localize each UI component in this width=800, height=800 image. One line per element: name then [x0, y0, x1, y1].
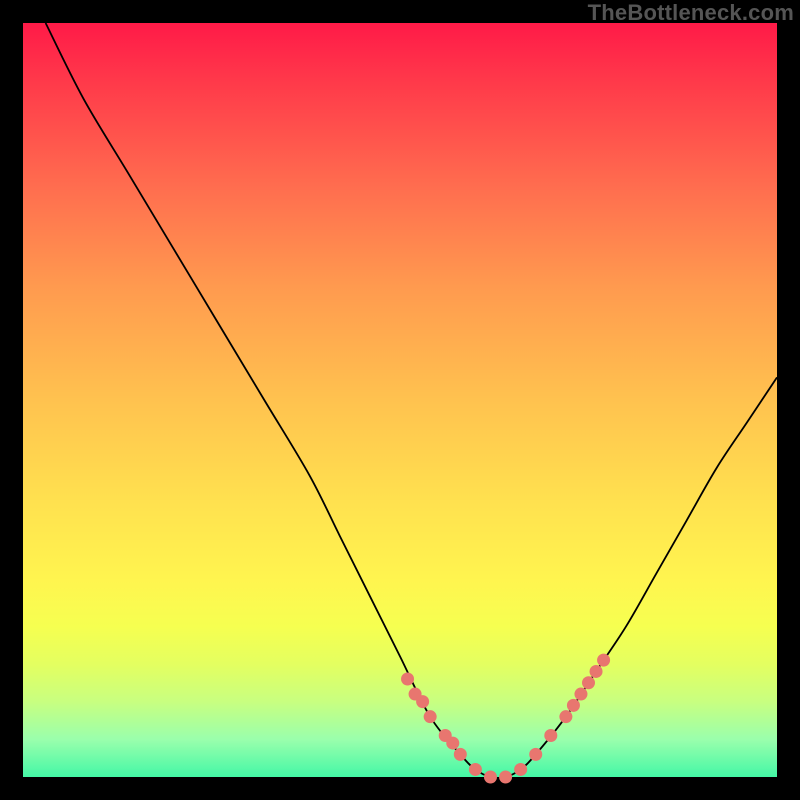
- highlight-dot: [529, 748, 542, 761]
- chart-svg: [23, 23, 777, 777]
- highlight-dot: [582, 676, 595, 689]
- highlight-dot: [469, 763, 482, 776]
- highlight-dot: [454, 748, 467, 761]
- bottleneck-curve: [46, 23, 777, 778]
- highlight-dot: [424, 710, 437, 723]
- highlight-dot: [567, 699, 580, 712]
- highlight-dots-group: [401, 654, 610, 784]
- highlight-dot: [544, 729, 557, 742]
- highlight-dot: [446, 737, 459, 750]
- highlight-dot: [597, 654, 610, 667]
- highlight-dot: [499, 771, 512, 784]
- highlight-dot: [484, 771, 497, 784]
- highlight-dot: [514, 763, 527, 776]
- highlight-dot: [574, 688, 587, 701]
- highlight-dot: [559, 710, 572, 723]
- highlight-dot: [416, 695, 429, 708]
- highlight-dot: [401, 672, 414, 685]
- highlight-dot: [590, 665, 603, 678]
